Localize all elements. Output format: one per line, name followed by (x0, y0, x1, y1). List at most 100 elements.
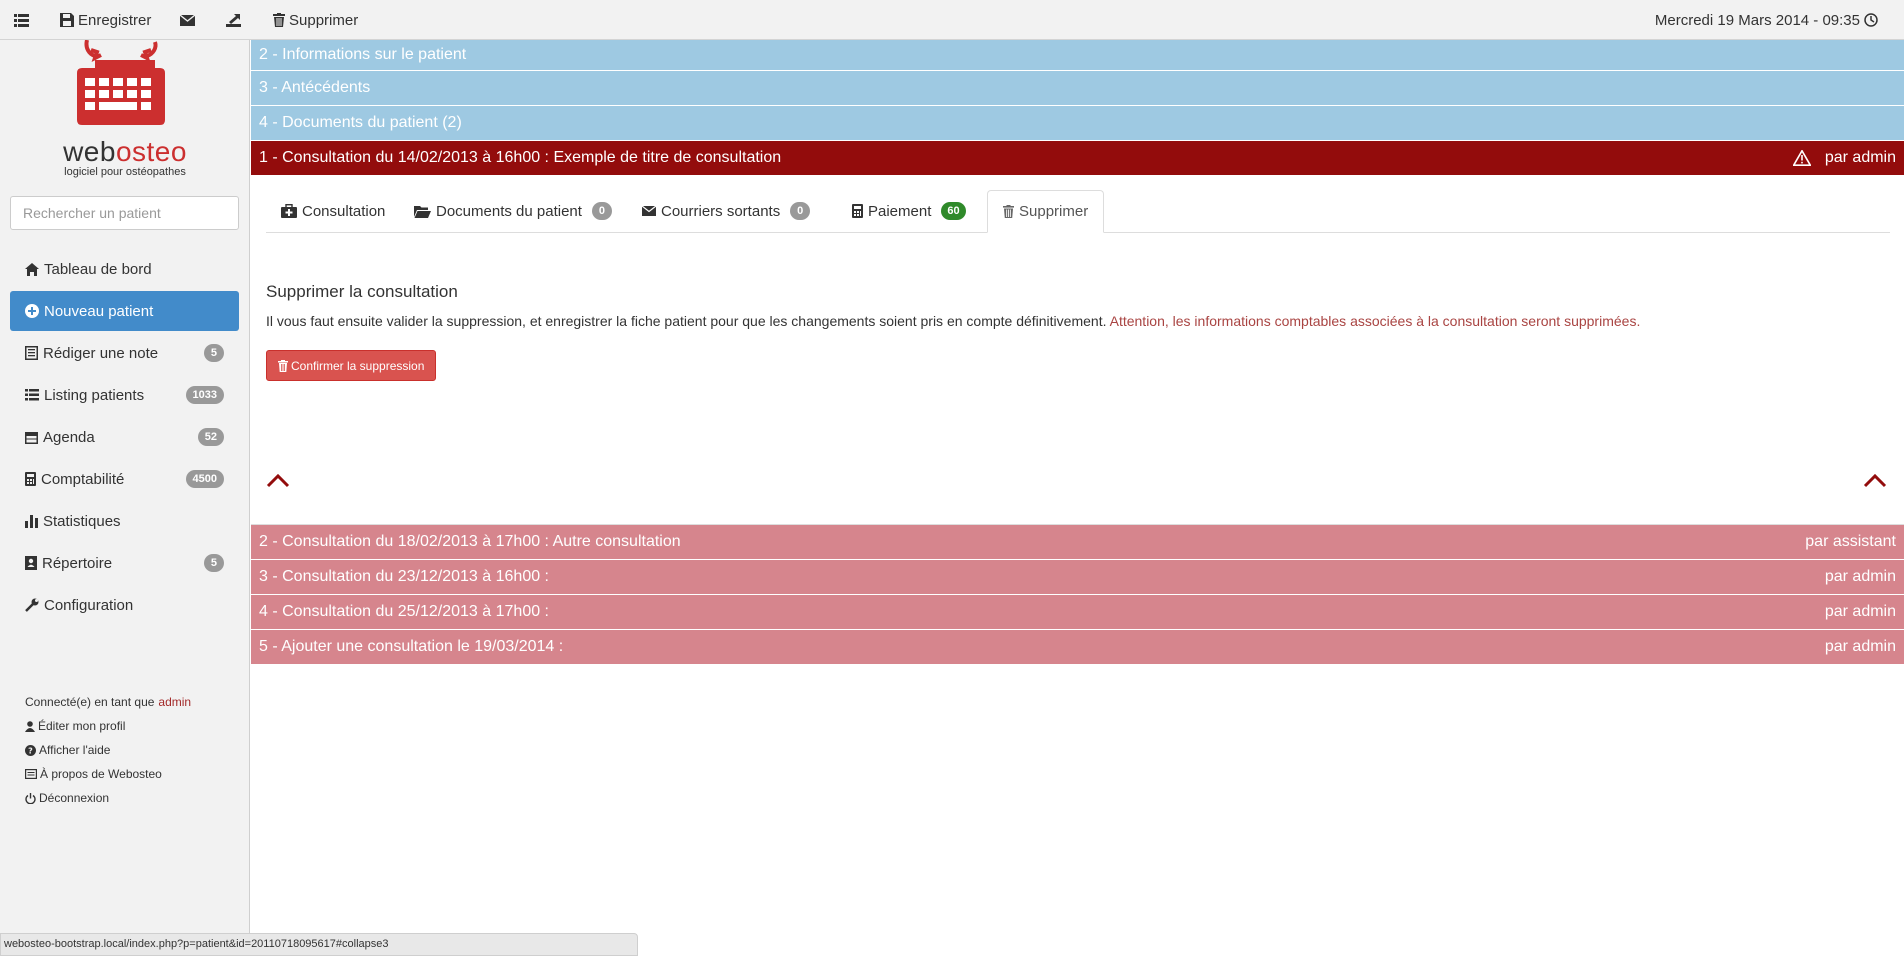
mail-button[interactable] (180, 0, 199, 40)
wrench-icon (25, 598, 39, 612)
confirm-delete-button[interactable]: Confirmer la suppression (266, 350, 437, 381)
consultation-header-2[interactable]: 2 - Consultation du 18/02/2013 à 17h00 :… (251, 525, 1904, 559)
tab-badge: 0 (591, 202, 612, 220)
clock-icon (1864, 13, 1878, 27)
tab-documents-du-patient[interactable]: Documents du patient 0 (399, 190, 627, 232)
brand-name-prefix: web (63, 136, 116, 167)
tab-label: Documents du patient (436, 202, 582, 220)
user-icon (25, 720, 35, 732)
list-icon (14, 13, 29, 27)
nav-label: Listing patients (44, 386, 145, 404)
nav-label: Répertoire (42, 554, 113, 572)
power-icon (25, 792, 36, 804)
tab-supprimer[interactable]: Supprimer (987, 190, 1105, 233)
section-header-documents[interactable]: 4 - Documents du patient (2) (251, 106, 1904, 140)
nav-item-agenda[interactable]: Agenda 52 (10, 417, 239, 457)
nav-badge: 5 (203, 554, 224, 572)
edit-profile-link[interactable]: Éditer mon profil (25, 714, 191, 738)
consultation-title: 4 - Consultation du 25/12/2013 à 17h00 : (259, 603, 549, 620)
username-link[interactable]: admin (158, 695, 191, 709)
nav-label: Statistiques (43, 512, 121, 530)
note-icon (25, 346, 38, 360)
delete-pane-text-wrap: Il vous faut ensuite valider la suppress… (266, 313, 1640, 329)
section-header-antecedents[interactable]: 3 - Antécédents (251, 71, 1904, 105)
nav-label: Nouveau patient (44, 302, 154, 320)
consultation-title: 2 - Consultation du 18/02/2013 à 17h00 :… (259, 533, 681, 550)
about-link[interactable]: À propos de Webosteo (25, 762, 191, 786)
section-title: 3 - Antécédents (259, 79, 371, 96)
logout-label: Déconnexion (39, 791, 110, 805)
consultation-title: 3 - Consultation du 23/12/2013 à 16h00 : (259, 568, 549, 585)
consultation-header-4[interactable]: 4 - Consultation du 25/12/2013 à 17h00 :… (251, 595, 1904, 629)
tab-label: Supprimer (1019, 203, 1089, 220)
toolbar-delete-label: Supprimer (289, 11, 359, 29)
delete-pane-warning: Attention, les informations comptables a… (1109, 313, 1641, 329)
save-label: Enregistrer (78, 11, 152, 29)
consultation-header-5-add[interactable]: 5 - Ajouter une consultation le 19/03/20… (251, 630, 1904, 664)
sidebar: webosteo logiciel pour ostéopathes Table… (0, 40, 250, 956)
nav-item-listing-patients[interactable]: Listing patients 1033 (10, 375, 239, 415)
patient-search-input[interactable] (10, 196, 239, 230)
export-button[interactable] (226, 0, 245, 40)
bar-chart-icon (25, 514, 38, 528)
tab-label: Consultation (302, 202, 386, 220)
confirm-delete-label: Confirmer la suppression (291, 358, 425, 373)
info-card-icon (25, 769, 37, 779)
brand-name-suffix: osteo (115, 136, 187, 167)
nav-label: Rédiger une note (43, 344, 159, 362)
home-icon (25, 262, 39, 276)
nav-item-rediger-une-note[interactable]: Rédiger une note 5 (10, 333, 239, 373)
nav-label: Tableau de bord (44, 260, 152, 278)
section-title: 2 - Informations sur le patient (259, 46, 467, 63)
consultation-header-current[interactable]: 1 - Consultation du 14/02/2013 à 16h00 :… (251, 141, 1904, 175)
tab-badge: 0 (790, 202, 811, 220)
plus-circle-icon (25, 304, 39, 318)
trash-icon (278, 359, 288, 372)
section-header-informations[interactable]: 2 - Informations sur le patient (251, 40, 1904, 70)
nav-item-nouveau-patient[interactable]: Nouveau patient (10, 291, 239, 331)
nav-badge: 52 (197, 428, 224, 446)
nav-item-tableau-de-bord[interactable]: Tableau de bord (10, 249, 239, 289)
nav-item-comptabilite[interactable]: Comptabilité 4500 (10, 459, 239, 499)
help-label: Afficher l'aide (39, 743, 111, 757)
collapse-up-left-icon[interactable] (266, 472, 290, 488)
delete-pane-title: Supprimer la consultation (266, 282, 458, 301)
nav-label: Agenda (43, 428, 95, 446)
floppy-disk-icon (60, 13, 74, 27)
nav-item-statistiques[interactable]: Statistiques (10, 501, 239, 541)
brand-tagline: logiciel pour ostéopathes (64, 166, 186, 178)
envelope-icon (180, 14, 195, 26)
tab-courriers-sortants[interactable]: Courriers sortants 0 (627, 190, 825, 232)
webosteo-logo[interactable]: webosteo logiciel pour ostéopathes (55, 40, 195, 180)
calendar-icon (25, 431, 38, 444)
section-title: 4 - Documents du patient (2) (259, 114, 462, 131)
help-link[interactable]: ? Afficher l'aide (25, 738, 191, 762)
tab-paiement[interactable]: Paiement 60 (837, 190, 981, 232)
save-button[interactable]: Enregistrer (60, 0, 151, 40)
nav-item-configuration[interactable]: Configuration (10, 585, 239, 625)
consultation-tabs: Consultation Documents du patient 0 Cour… (266, 190, 1890, 233)
nav-label: Comptabilité (41, 470, 125, 488)
envelope-icon (642, 206, 656, 216)
consultation-author: par admin (1824, 603, 1896, 620)
connected-as-text: Connecté(e) en tant que admin (25, 690, 191, 714)
about-label: À propos de Webosteo (40, 767, 162, 781)
consultation-author: par admin (1824, 568, 1896, 585)
menu-toggle-button[interactable] (14, 0, 33, 40)
medkit-icon (281, 204, 297, 218)
logout-link[interactable]: Déconnexion (25, 786, 191, 810)
consultation-title: 5 - Ajouter une consultation le 19/03/20… (259, 638, 564, 655)
calculator-icon (25, 472, 36, 486)
delete-pane-text: Il vous faut ensuite valider la suppress… (266, 313, 1107, 329)
top-toolbar: Enregistrer Supprimer Mercredi 19 Mars 2… (0, 0, 1904, 40)
svg-text:?: ? (28, 746, 33, 755)
consultation-header-3[interactable]: 3 - Consultation du 23/12/2013 à 16h00 :… (251, 560, 1904, 594)
consultation-author: par admin (1824, 638, 1896, 655)
nav-item-repertoire[interactable]: Répertoire 5 (10, 543, 239, 583)
collapse-up-right-icon[interactable] (1863, 472, 1887, 488)
toolbar-delete-button[interactable]: Supprimer (273, 0, 358, 40)
tab-consultation[interactable]: Consultation (266, 190, 400, 232)
edit-profile-label: Éditer mon profil (38, 719, 126, 733)
question-circle-icon: ? (25, 744, 36, 756)
brand-name: webosteo (55, 136, 195, 168)
